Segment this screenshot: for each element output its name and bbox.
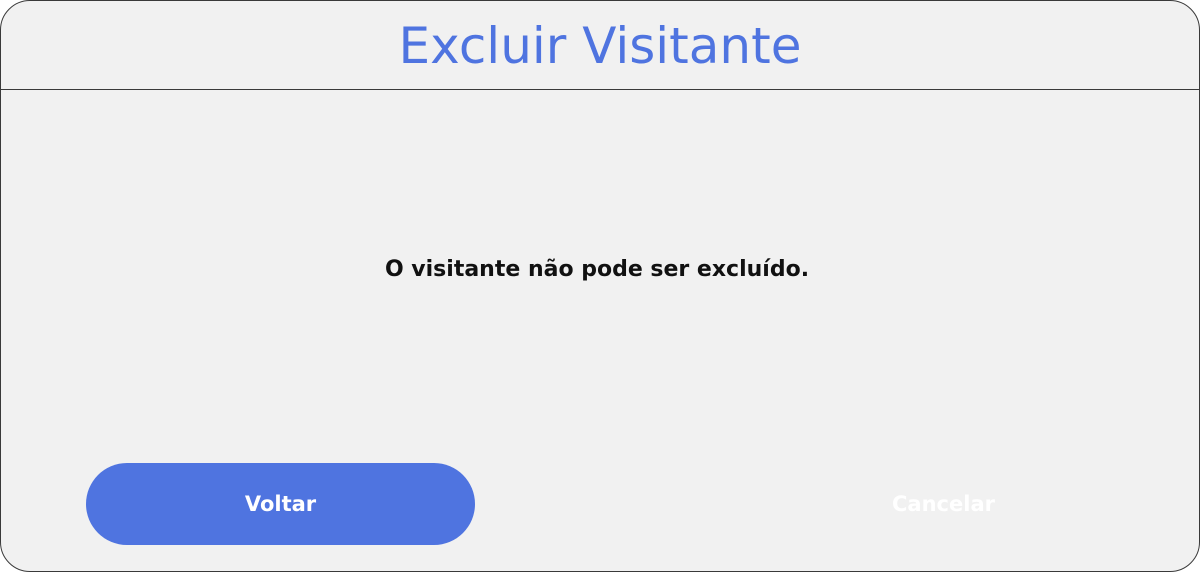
dialog-header: Excluir Visitante — [1, 1, 1199, 90]
delete-visitor-dialog: Excluir Visitante O visitante não pode s… — [0, 0, 1200, 572]
dialog-title: Excluir Visitante — [398, 17, 802, 75]
back-button[interactable]: Voltar — [86, 463, 475, 545]
cancel-button[interactable]: Cancelar — [749, 463, 1138, 545]
dialog-message: O visitante não pode ser excluído. — [384, 257, 810, 282]
